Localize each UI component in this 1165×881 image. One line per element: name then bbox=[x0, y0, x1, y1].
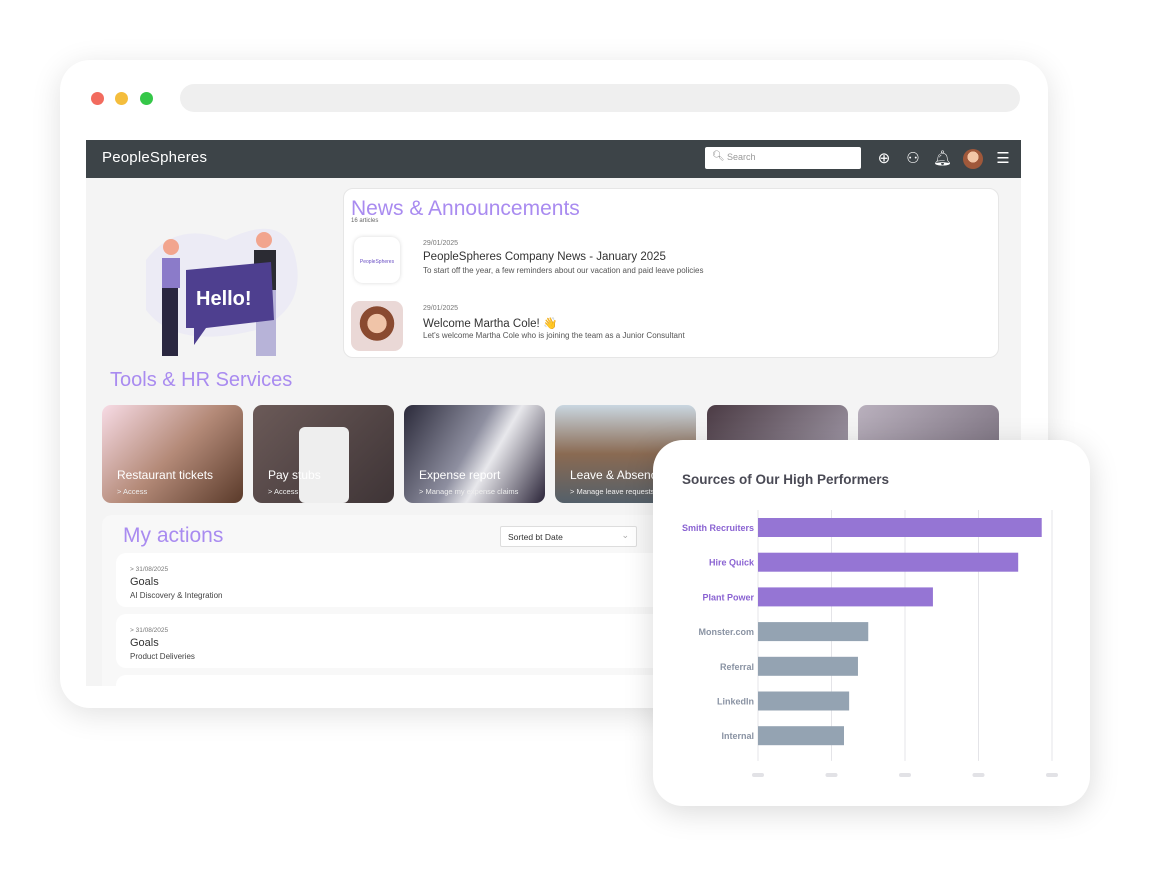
category-label: Monster.com bbox=[698, 627, 754, 637]
news-date: 29/01/2025 bbox=[423, 240, 459, 247]
action-sub: Product Deliveries bbox=[130, 652, 195, 661]
bar bbox=[758, 691, 850, 711]
profile-photo bbox=[351, 301, 403, 351]
address-bar[interactable] bbox=[180, 84, 1020, 112]
x-tick-placeholder bbox=[752, 773, 764, 777]
minimize-dot[interactable] bbox=[115, 92, 128, 105]
actions-title: My actions bbox=[123, 524, 224, 547]
category-label: LinkedIn bbox=[717, 697, 754, 707]
tile-restaurant-tickets[interactable]: Restaurant tickets > Access bbox=[102, 405, 243, 503]
plus-circle-icon[interactable]: ⊕ bbox=[875, 149, 893, 167]
chart-card: Sources of Our High Performers Smith Rec… bbox=[653, 440, 1090, 806]
avatar[interactable] bbox=[963, 149, 983, 169]
logo[interactable]: PeopleSpheres bbox=[102, 149, 207, 166]
users-icon[interactable]: ⚇ bbox=[904, 149, 922, 167]
sort-dropdown[interactable]: Sorted bt Date ⌄ bbox=[500, 526, 637, 547]
bar bbox=[758, 518, 1042, 537]
company-logo-thumb: PeopleSpheres bbox=[354, 237, 400, 283]
action-date: > 31/08/2025 bbox=[130, 627, 169, 634]
news-count: 16 articles bbox=[351, 218, 379, 224]
category-label: Plant Power bbox=[702, 592, 754, 602]
sort-value: Sorted bt Date bbox=[508, 532, 563, 542]
category-label: Smith Recruiters bbox=[682, 523, 754, 533]
x-tick-placeholder bbox=[899, 773, 911, 777]
tile-link[interactable]: > Access bbox=[117, 487, 147, 496]
news-desc: To start off the year, a few reminders a… bbox=[423, 266, 704, 275]
category-label: Hire Quick bbox=[709, 558, 755, 568]
bar-chart: Smith Recruiters Hire Quick Plant Power Mon… bbox=[682, 510, 1058, 777]
tile-link[interactable]: > Manage my expense claims bbox=[419, 487, 518, 496]
category-label: Referral bbox=[720, 662, 754, 672]
close-dot[interactable] bbox=[91, 92, 104, 105]
news-title: News & Announcements bbox=[351, 197, 580, 220]
tile-pay-stubs[interactable]: Pay stubs > Access bbox=[253, 405, 394, 503]
bar bbox=[758, 587, 933, 607]
bar bbox=[758, 726, 844, 746]
tools-title: Tools & HR Services bbox=[110, 369, 293, 391]
news-headline[interactable]: PeopleSpheres Company News - January 202… bbox=[423, 251, 666, 263]
tile-link[interactable]: > Manage leave requests bbox=[570, 487, 654, 496]
chevron-down-icon: ⌄ bbox=[621, 530, 629, 540]
news-panel: News & Announcements 16 articles PeopleS… bbox=[343, 188, 999, 358]
tile-expense-report[interactable]: Expense report > Manage my expense claims bbox=[404, 405, 545, 503]
x-tick-placeholder bbox=[972, 773, 985, 777]
bar bbox=[758, 622, 869, 642]
bar bbox=[758, 656, 858, 676]
maximize-dot[interactable] bbox=[140, 92, 153, 105]
phone-image bbox=[299, 427, 349, 503]
tile-title: Restaurant tickets bbox=[117, 468, 214, 482]
action-title: Goals bbox=[130, 576, 159, 588]
x-tick-placeholder bbox=[1046, 773, 1058, 777]
top-bar: PeopleSpheres 🔍︎ Search ⊕ ⚇ 🔔︎ ☰ bbox=[86, 140, 1021, 178]
hello-illustration: Hello! bbox=[146, 228, 298, 356]
action-sub: AI Discovery & Integration bbox=[130, 591, 223, 600]
search-placeholder: Search bbox=[727, 152, 756, 162]
bell-icon[interactable]: 🔔︎ bbox=[933, 149, 952, 167]
search-input[interactable]: 🔍︎ Search bbox=[705, 147, 861, 169]
tile-title: Pay stubs bbox=[268, 468, 321, 482]
news-desc: Let's welcome Martha Cole who is joining… bbox=[423, 331, 685, 340]
bar bbox=[758, 552, 1019, 572]
action-date: > 31/08/2025 bbox=[130, 566, 169, 573]
x-tick-placeholder bbox=[825, 773, 838, 777]
hello-text: Hello! bbox=[196, 288, 252, 310]
action-title: Goals bbox=[130, 637, 159, 649]
tile-link[interactable]: > Access bbox=[268, 487, 298, 496]
news-date: 29/01/2025 bbox=[423, 305, 459, 312]
search-icon: 🔍︎ bbox=[712, 151, 725, 162]
news-headline[interactable]: Welcome Martha Cole! 👋 bbox=[423, 316, 557, 330]
tile-title: Expense report bbox=[419, 468, 501, 482]
menu-icon[interactable]: ☰ bbox=[994, 149, 1012, 167]
category-label: Internal bbox=[721, 731, 754, 741]
